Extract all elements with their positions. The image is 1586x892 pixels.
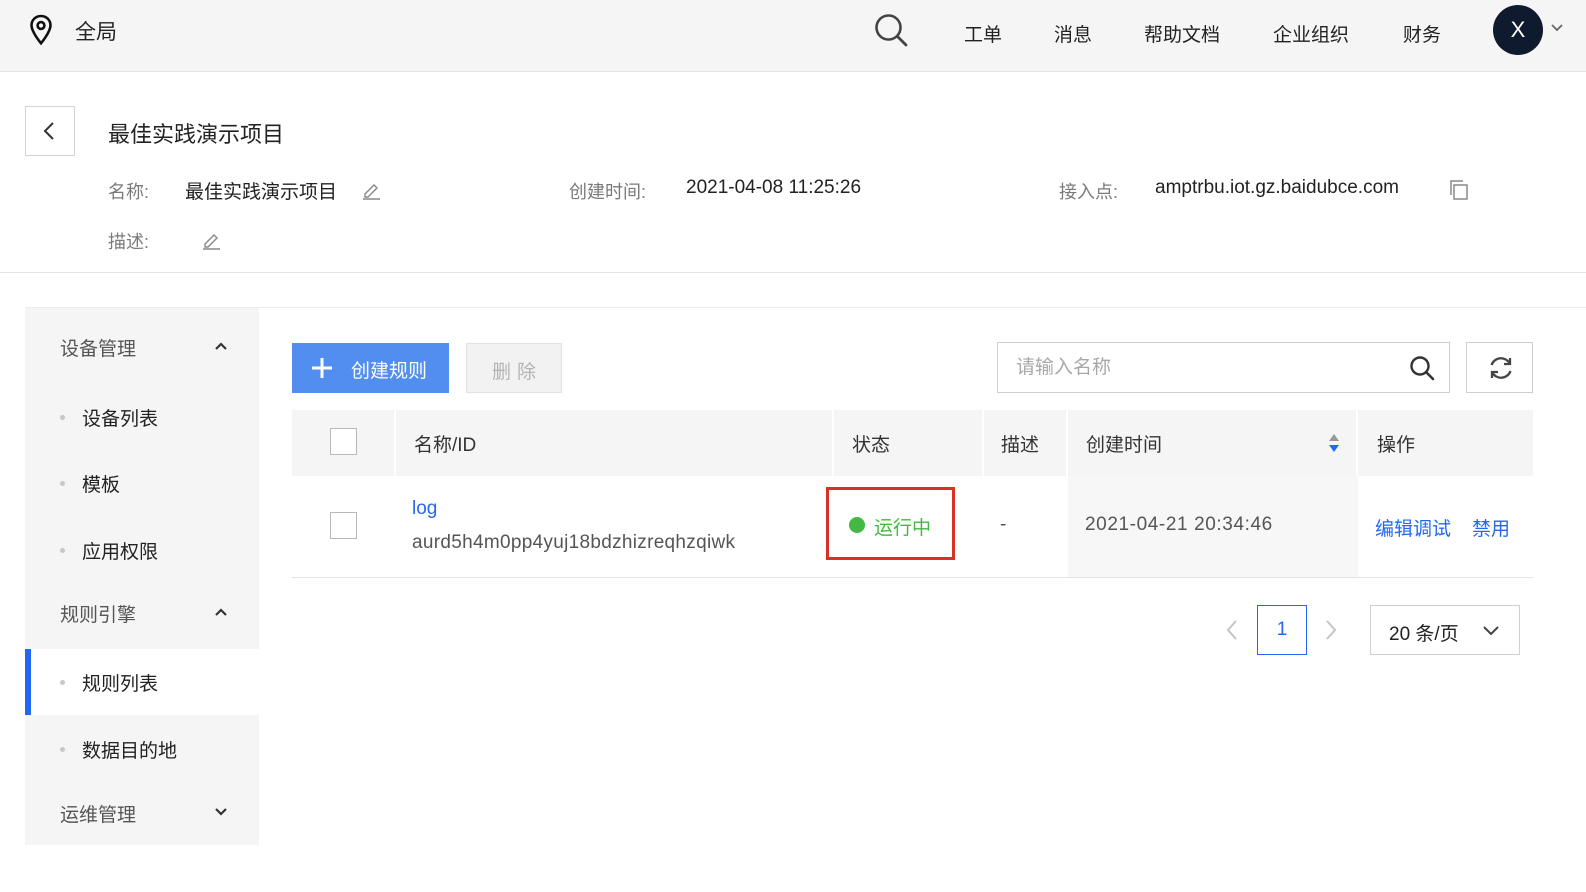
chevron-up-icon: [215, 608, 227, 616]
bullet-dot: [60, 415, 65, 420]
refresh-button[interactable]: [1466, 342, 1533, 393]
row-checkbox[interactable]: [330, 512, 357, 539]
column-header-status: 状态: [852, 435, 891, 456]
rule-name-link[interactable]: log: [412, 498, 437, 520]
sidebar-item-app-permissions[interactable]: 应用权限: [25, 517, 259, 583]
bullet-dot: [60, 548, 65, 553]
table-header: [292, 410, 1533, 476]
page-number-current[interactable]: 1: [1257, 605, 1307, 655]
page-size-value: 20 条/页: [1389, 624, 1459, 645]
search-icon[interactable]: [873, 12, 909, 48]
rule-description: -: [1000, 514, 1007, 535]
nav-finance[interactable]: 财务: [1403, 20, 1441, 47]
sidebar-group-rule-engine[interactable]: 规则引擎: [25, 584, 259, 644]
plus-icon: [312, 358, 332, 378]
created-time-label: 创建时间:: [569, 182, 647, 202]
column-header-name: 名称/ID: [414, 435, 477, 456]
endpoint-value: amptrbu.iot.gz.baidubce.com: [1155, 177, 1399, 198]
content-divider: [25, 307, 1586, 308]
sidebar-group-label: 设备管理: [60, 339, 137, 360]
create-rule-label: 创建规则: [351, 361, 428, 382]
column-divider: [1066, 410, 1068, 476]
sidebar-item-label: 规则列表: [82, 674, 159, 695]
search-input[interactable]: [1016, 353, 1396, 383]
bullet-dot: [60, 680, 65, 685]
column-divider: [394, 410, 396, 476]
sidebar-group-label: 规则引擎: [60, 605, 137, 626]
chevron-up-icon: [215, 342, 227, 350]
search-box: [997, 342, 1450, 393]
chevron-left-icon[interactable]: [1224, 618, 1240, 642]
edit-debug-link[interactable]: 编辑调试: [1375, 514, 1451, 541]
delete-label: 删除: [492, 362, 543, 383]
chevron-down-icon: [1483, 626, 1499, 636]
chevron-left-icon: [43, 122, 54, 140]
edit-description-icon[interactable]: [201, 230, 221, 250]
page-title: 最佳实践演示项目: [108, 122, 285, 147]
sidebar-group-label: 运维管理: [60, 805, 137, 826]
sidebar-group-ops-management[interactable]: 运维管理: [25, 784, 259, 844]
top-bar: 全局 工单 消息 帮助文档 企业组织 财务 X: [0, 0, 1586, 72]
rule-created-time: 2021-04-21 20:34:46: [1085, 514, 1273, 535]
sidebar-item-label: 模板: [82, 475, 121, 496]
nav-tickets[interactable]: 工单: [964, 20, 1002, 47]
description-label: 描述:: [108, 232, 150, 252]
column-header-actions: 操作: [1377, 435, 1416, 456]
column-divider: [1356, 410, 1358, 476]
column-header-description: 描述: [1001, 435, 1040, 456]
status-running-dot-icon: [849, 517, 865, 533]
sidebar-item-rule-list[interactable]: 规则列表: [25, 649, 259, 715]
create-rule-button[interactable]: 创建规则: [292, 343, 449, 393]
disable-link[interactable]: 禁用: [1472, 514, 1510, 541]
sort-icon[interactable]: [1327, 431, 1341, 455]
region-selector[interactable]: 全局: [75, 16, 117, 46]
chevron-down-icon[interactable]: [1549, 22, 1565, 34]
column-header-created-time[interactable]: 创建时间: [1086, 430, 1162, 457]
rule-id: aurd5h4m0pp4yuj18bdzhizreqhzqiwk: [412, 532, 736, 553]
location-pin-icon[interactable]: [28, 14, 54, 46]
sidebar-item-label: 应用权限: [82, 542, 159, 563]
back-button[interactable]: [25, 106, 75, 156]
edit-name-icon[interactable]: [361, 180, 381, 200]
nav-help-docs[interactable]: 帮助文档: [1144, 20, 1220, 47]
header-divider: [0, 272, 1586, 273]
created-time-value: 2021-04-08 11:25:26: [686, 177, 862, 198]
column-divider: [832, 410, 834, 476]
copy-icon[interactable]: [1448, 179, 1470, 201]
sidebar-item-template[interactable]: 模板: [25, 450, 259, 516]
bullet-dot: [60, 747, 65, 752]
select-all-checkbox[interactable]: [330, 428, 357, 455]
chevron-right-icon[interactable]: [1323, 618, 1339, 642]
active-indicator: [25, 649, 31, 715]
sidebar: 设备管理 设备列表 模板 应用权限 规则引擎 规则列表 数据目的地 运维管理: [25, 308, 259, 845]
sidebar-item-data-destination[interactable]: 数据目的地: [25, 716, 259, 782]
status-text: 运行中: [874, 518, 932, 539]
chevron-down-icon: [215, 808, 227, 816]
search-icon[interactable]: [1409, 355, 1435, 381]
user-avatar[interactable]: X: [1493, 5, 1543, 55]
column-divider: [982, 410, 984, 476]
nav-organization[interactable]: 企业组织: [1273, 20, 1349, 47]
sidebar-group-device-management[interactable]: 设备管理: [25, 318, 259, 378]
sidebar-item-label: 设备列表: [82, 409, 159, 430]
sidebar-item-device-list[interactable]: 设备列表: [25, 384, 259, 450]
sidebar-item-label: 数据目的地: [82, 741, 178, 762]
nav-messages[interactable]: 消息: [1054, 20, 1092, 47]
endpoint-label: 接入点:: [1059, 182, 1119, 202]
name-value: 最佳实践演示项目: [185, 182, 338, 203]
delete-button[interactable]: 删除: [466, 343, 562, 393]
page-size-select[interactable]: 20 条/页: [1370, 605, 1520, 655]
bullet-dot: [60, 481, 65, 486]
refresh-icon: [1490, 357, 1512, 379]
name-label: 名称:: [108, 182, 150, 202]
